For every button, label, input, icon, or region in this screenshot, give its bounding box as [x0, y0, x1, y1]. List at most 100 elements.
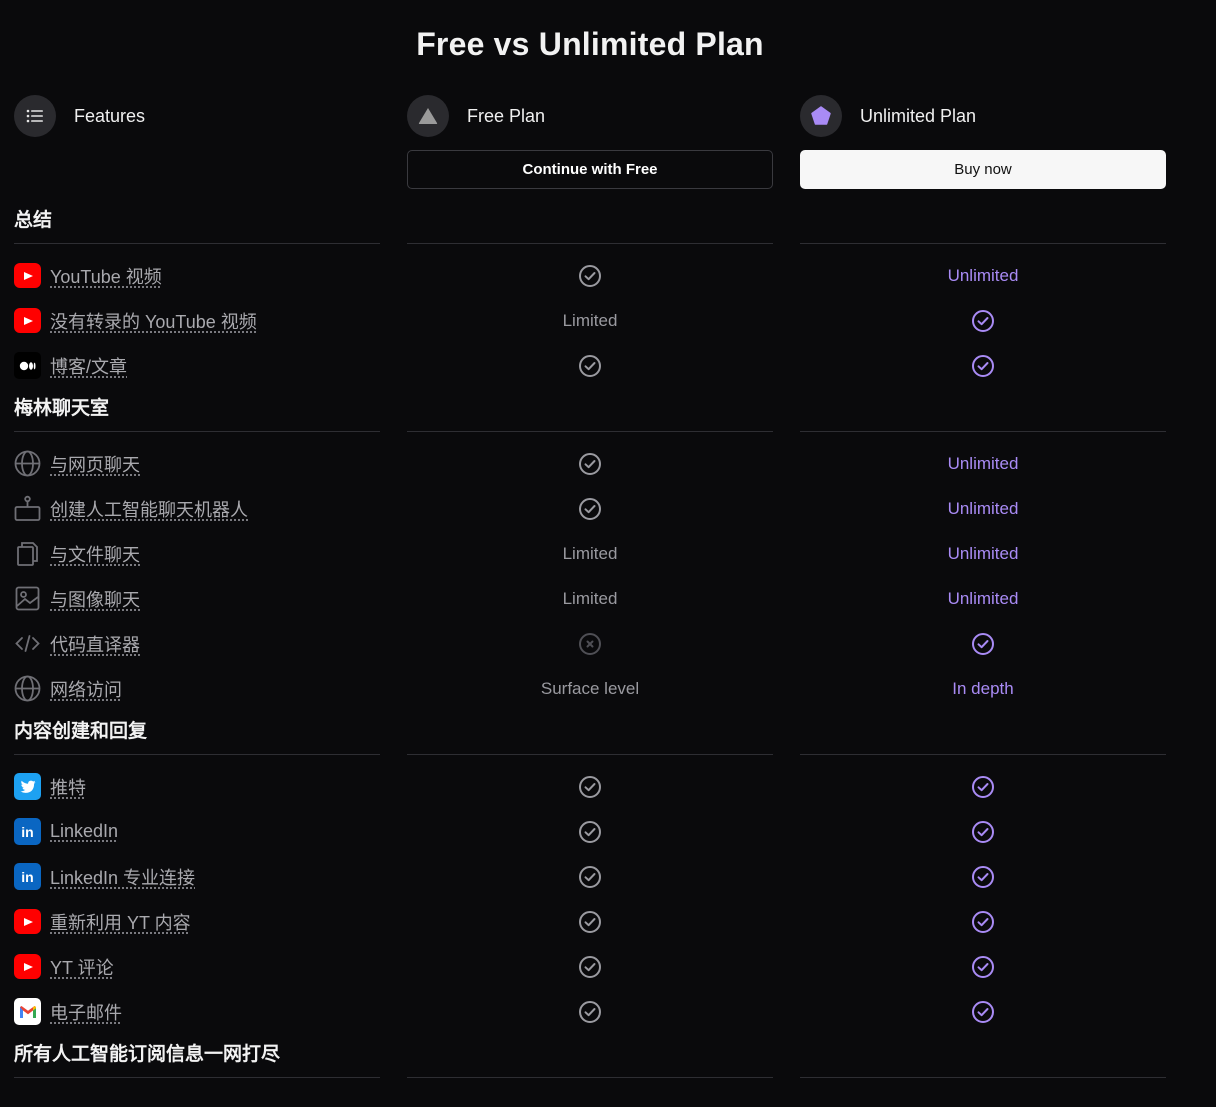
- image-icon: [14, 585, 41, 612]
- linkedin-icon: in: [14, 863, 41, 890]
- feature-cell: YT 评论: [14, 944, 114, 989]
- feature-row: 电子邮件: [0, 989, 1216, 1034]
- free-value: Surface level: [540, 678, 640, 698]
- free-check-icon: [407, 486, 773, 531]
- feature-label[interactable]: 电子邮件: [50, 999, 122, 1025]
- youtube-icon: [14, 307, 41, 334]
- unl-value: Unlimited: [947, 543, 1019, 563]
- feature-row: in LinkedIn: [0, 809, 1216, 854]
- free-cross-icon: [407, 621, 773, 666]
- section-title: 总结: [14, 210, 53, 231]
- unl-value: Unlimited: [947, 265, 1019, 285]
- feature-cell: 没有转录的 YouTube 视频: [14, 298, 257, 343]
- feature-cell: YouTube 视频: [14, 253, 162, 298]
- triangle-icon: [407, 95, 449, 137]
- feature-label[interactable]: 与图像聊天: [50, 586, 140, 612]
- unl-check-icon: [800, 809, 1166, 854]
- unl-value: Unlimited: [947, 453, 1019, 473]
- feature-row: 重新利用 YT 内容: [0, 899, 1216, 944]
- section-title: 梅林聊天室: [14, 398, 110, 419]
- unl-value: Unlimited: [947, 588, 1019, 608]
- continue-with-free-button[interactable]: Continue with Free: [407, 150, 773, 189]
- feature-row: 网络访问 Surface level In depth: [0, 666, 1216, 711]
- globe-icon: [14, 450, 41, 477]
- section-title: 内容创建和回复: [14, 721, 148, 742]
- section-divider: [14, 243, 380, 244]
- free-check-icon: [407, 944, 773, 989]
- features-column-header: Features: [14, 95, 145, 137]
- feature-label[interactable]: YouTube 视频: [50, 263, 162, 289]
- feature-row: in LinkedIn 专业连接: [0, 854, 1216, 899]
- unl-check-icon: [800, 621, 1166, 666]
- section-divider: [800, 243, 1166, 244]
- feature-row: 与文件聊天 Limited Unlimited: [0, 531, 1216, 576]
- linkedin-icon: in: [14, 818, 41, 845]
- feature-row: 博客/文章: [0, 343, 1216, 388]
- pentagon-icon: [800, 95, 842, 137]
- unl-check-icon: [800, 944, 1166, 989]
- feature-row: 创建人工智能聊天机器人 Unlimited: [0, 486, 1216, 531]
- medium-icon: [14, 352, 41, 379]
- free-check-icon: [407, 764, 773, 809]
- feature-row: YT 评论: [0, 944, 1216, 989]
- feature-label[interactable]: 创建人工智能聊天机器人: [50, 496, 248, 522]
- section-divider: [407, 1077, 773, 1078]
- globe-icon: [14, 675, 41, 702]
- feature-cell: 重新利用 YT 内容: [14, 899, 191, 944]
- unlimited-plan-label: Unlimited Plan: [860, 105, 977, 126]
- feature-cell: 与文件聊天: [14, 531, 140, 576]
- unl-check-icon: [800, 854, 1166, 899]
- youtube-icon: [14, 262, 41, 289]
- feature-label[interactable]: 推特: [50, 774, 86, 800]
- feature-label[interactable]: 网络访问: [50, 676, 122, 702]
- unl-check-icon: [800, 764, 1166, 809]
- unl-check-icon: [800, 343, 1166, 388]
- twitter-icon: [14, 773, 41, 800]
- section-title: 所有人工智能订阅信息一网打尽: [14, 1044, 281, 1065]
- feature-label[interactable]: 代码直译器: [50, 631, 140, 657]
- files-icon: [14, 540, 41, 567]
- free-check-icon: [407, 854, 773, 899]
- feature-cell: 推特: [14, 764, 86, 809]
- feature-label[interactable]: 重新利用 YT 内容: [50, 909, 191, 935]
- free-plan-label: Free Plan: [467, 105, 546, 126]
- section-divider: [407, 754, 773, 755]
- free-check-icon: [407, 343, 773, 388]
- feature-label[interactable]: 没有转录的 YouTube 视频: [50, 308, 257, 334]
- feature-label[interactable]: 博客/文章: [50, 353, 127, 379]
- feature-row: 推特: [0, 764, 1216, 809]
- section-divider: [14, 1077, 380, 1078]
- feature-cell: 创建人工智能聊天机器人: [14, 486, 248, 531]
- free-value: Limited: [562, 310, 618, 330]
- section-divider: [800, 431, 1166, 432]
- feature-cell: 电子邮件: [14, 989, 122, 1034]
- unl-value: In depth: [952, 678, 1014, 698]
- list-icon: [14, 95, 56, 137]
- feature-row: 与网页聊天 Unlimited: [0, 441, 1216, 486]
- buy-now-button[interactable]: Buy now: [800, 150, 1166, 189]
- feature-row: 代码直译器: [0, 621, 1216, 666]
- section-divider: [800, 1077, 1166, 1078]
- feature-label[interactable]: 与文件聊天: [50, 541, 140, 567]
- feature-row: 没有转录的 YouTube 视频 Limited: [0, 298, 1216, 343]
- feature-cell: 与网页聊天: [14, 441, 140, 486]
- unl-value: Unlimited: [947, 498, 1019, 518]
- feature-row: YouTube 视频 Unlimited: [0, 253, 1216, 298]
- unl-check-icon: [800, 298, 1166, 343]
- gmail-icon: [14, 998, 41, 1025]
- feature-label[interactable]: LinkedIn 专业连接: [50, 864, 195, 890]
- unl-check-icon: [800, 989, 1166, 1034]
- section-divider: [407, 243, 773, 244]
- feature-label[interactable]: LinkedIn: [50, 821, 118, 842]
- feature-label[interactable]: 与网页聊天: [50, 451, 140, 477]
- feature-label[interactable]: YT 评论: [50, 954, 114, 980]
- free-check-icon: [407, 989, 773, 1034]
- youtube-icon: [14, 953, 41, 980]
- feature-cell: 代码直译器: [14, 621, 140, 666]
- page-title: Free vs Unlimited Plan: [416, 26, 764, 62]
- section-divider: [14, 754, 380, 755]
- free-check-icon: [407, 899, 773, 944]
- free-value: Limited: [562, 543, 618, 563]
- section-divider: [407, 431, 773, 432]
- unl-check-icon: [800, 899, 1166, 944]
